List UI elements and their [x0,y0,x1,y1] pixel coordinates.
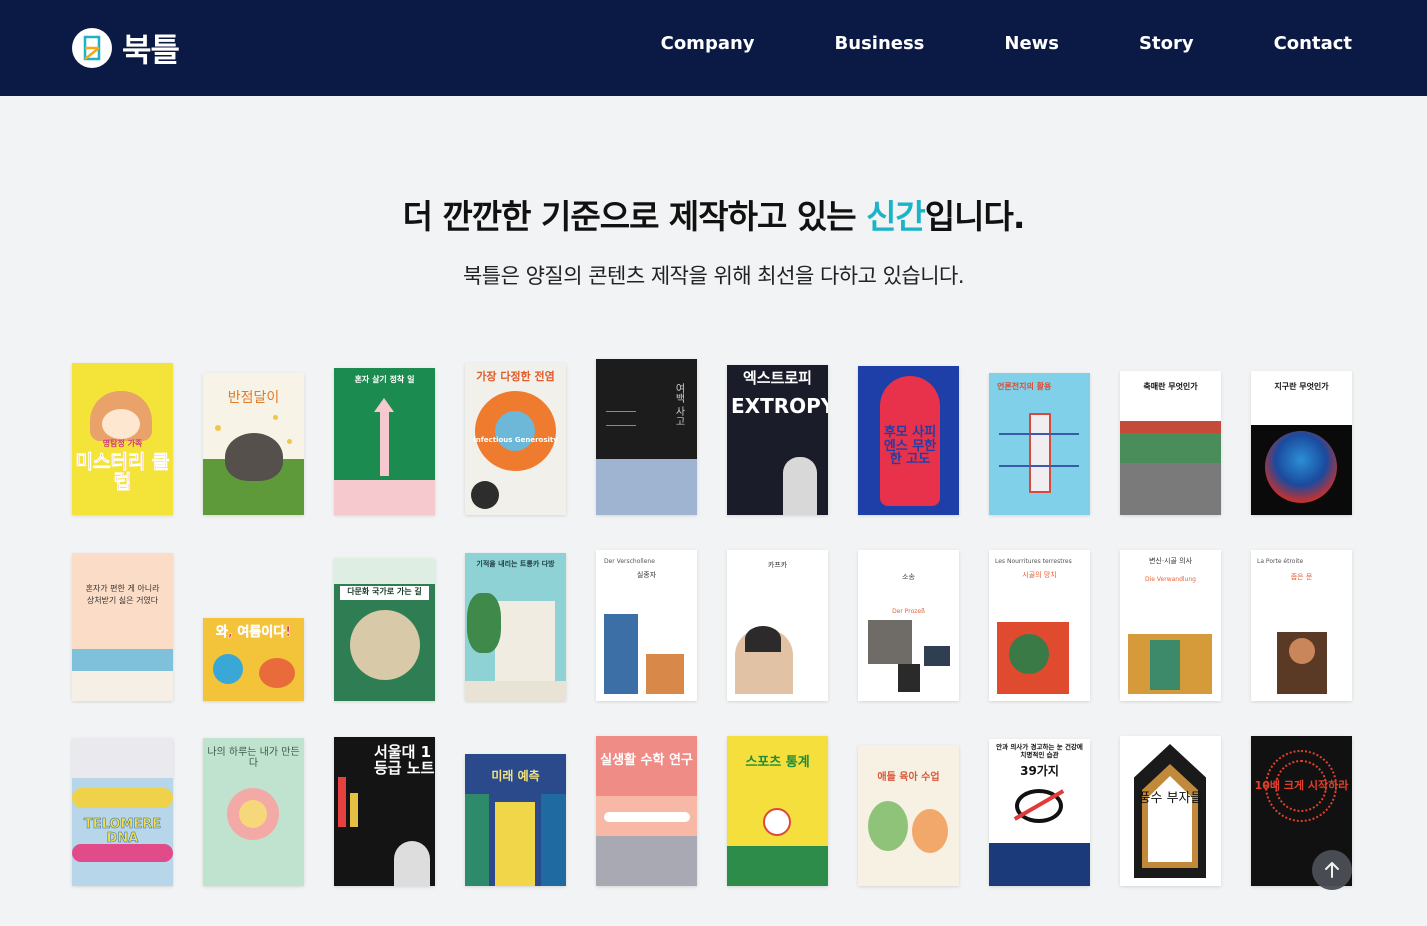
book-cover[interactable]: 안과 의사가 경고하는 눈 건강에 치명적인 습관 39가지 [989,739,1090,886]
hero-title-accent: 신간 [866,197,926,236]
hero-section: 더 깐깐한 기준으로 제작하고 있는 신간입니다. 북틀은 양질의 콘텐츠 제작… [0,190,1427,290]
book-title: 언론전지의 활용 [997,382,1052,391]
book-title: 미래 예측 [491,769,540,783]
logo[interactable]: 북틀 [72,25,180,71]
book-title: 소송 [902,573,915,581]
book-title: 다문화 국가로 가는 길 [347,587,422,596]
book-cover[interactable]: 풍수 부자들 [1120,736,1221,886]
logo-icon [72,28,112,68]
book-title: 기적을 내리는 트롱카 다방 [476,560,555,568]
book-cover[interactable]: 기적을 내리는 트롱카 다방 [465,553,566,701]
arrow-up-icon [1325,862,1339,878]
book-title: 혼자가 편한 게 아니라 상처받기 싫은 거였다 [85,584,160,605]
nav-company[interactable]: Company [661,33,755,54]
book-cover[interactable]: 언론전지의 활용 [989,373,1090,515]
book-title: 여백 사고 [673,383,684,427]
book-cover[interactable]: 서울대 1등급 노트 [334,737,435,886]
logo-text: 북틀 [122,31,180,69]
book-cover[interactable]: 축매란 무엇인가 [1120,371,1221,515]
book-title: 39가지 [1020,764,1059,778]
book-cover[interactable]: 혼자 살기 정착 일 [334,368,435,515]
book-title: 변신·시골 의사 [1148,557,1193,565]
book-title: 나의 하루는 내가 만든다 [207,747,300,769]
book-cover[interactable]: 가장 다정한 전염 Infectious Generosity [465,363,566,515]
book-cover[interactable]: Der Verschollene 실종자 [596,550,697,701]
book-subtitle: Der Prozeß [892,608,925,615]
book-cover[interactable]: TELOMERE DNA [72,738,173,886]
book-subtitle: EXTROPY [731,394,828,418]
book-subtitle: Infectious Generosity [473,436,558,444]
book-title: 엑스트로피 [742,369,812,387]
book-cover[interactable]: 와, 여름이다! [203,618,304,701]
book-title: 애들 육아 수업 [877,772,940,783]
book-cover[interactable]: 명탐정 가족 미스터리 클럽 [72,363,173,515]
book-title: 가장 다정한 전염 [476,370,555,383]
book-title: 서울대 1등급 노트 [374,743,435,777]
book-title: 10배 크게 시작하라 [1254,779,1349,792]
book-cover[interactable]: 나의 하루는 내가 만든다 [203,738,304,886]
nav-business[interactable]: Business [835,33,925,54]
book-title: 지구란 무엇인가 [1274,382,1329,391]
book-cover[interactable]: 소송 Der Prozeß [858,550,959,701]
book-subtitle: 명탐정 가족 [102,439,143,448]
book-title: 좁은 문 [1290,573,1313,581]
book-cover[interactable]: 변신·시골 의사 Die Verwandlung [1120,550,1221,701]
book-title: 풍수 부자들 [1138,791,1203,806]
book-subtitle: 안과 의사가 경고하는 눈 건강에 치명적인 습관 [996,743,1083,760]
book-cover[interactable]: La Porte étroite 좁은 문 [1251,550,1352,701]
book-title: 미스터리 클럽 [75,451,170,493]
book-cover[interactable]: 지구란 무엇인가 [1251,371,1352,515]
book-cover[interactable]: 여백 사고 [596,359,697,515]
book-cover[interactable]: 미래 예측 [465,754,566,886]
hero-title-part: 더 깐깐한 기준으로 제작하고 있는 [402,197,867,236]
book-cover[interactable]: 후모 사피엔스 무한한 고도 [858,366,959,515]
nav-news[interactable]: News [1004,33,1059,54]
book-subtitle: Les Nourritures terrestres [995,558,1072,565]
book-cover[interactable]: 혼자가 편한 게 아니라 상처받기 싫은 거였다 [72,553,173,701]
book-cover[interactable]: 반점달이 [203,373,304,515]
nav-contact[interactable]: Contact [1274,33,1352,54]
hero-subtitle: 북틀은 양질의 콘텐츠 제작을 위해 최선을 다하고 있습니다. [462,264,965,288]
book-subtitle: La Porte étroite [1257,558,1304,565]
book-title: 스포츠 통계 [745,755,810,770]
book-cover[interactable]: 카프카 [727,550,828,701]
book-title: TELOMERE DNA [83,817,162,846]
nav-story[interactable]: Story [1139,33,1194,54]
book-title: 반점달이 [227,390,280,406]
book-cover[interactable]: 스포츠 통계 [727,736,828,886]
book-cover[interactable]: 엑스트로피 EXTROPY [727,365,828,515]
book-subtitle: Die Verwandlung [1145,576,1196,583]
book-title: 후모 사피엔스 무한한 고도 [883,425,937,468]
book-cover[interactable]: 애들 육아 수업 [858,745,959,886]
book-title: 시골의 망치 [1022,571,1057,579]
hero-title: 더 깐깐한 기준으로 제작하고 있는 신간입니다. [0,190,1427,238]
hero-title-end: 입니다. [924,197,1026,236]
main-nav: Company Business News Story Contact [661,33,1352,54]
book-title: 혼자 살기 정착 일 [354,375,415,384]
site-header: 북틀 Company Business News Story Contact [0,0,1427,96]
book-title: 축매란 무엇인가 [1143,382,1198,391]
book-title: 실생활 수학 연구 [600,753,693,768]
book-cover[interactable]: Les Nourritures terrestres 시골의 망치 [989,550,1090,701]
book-title: 카프카 [767,561,788,569]
book-cover[interactable]: 다문화 국가로 가는 길 [334,558,435,701]
book-cover[interactable]: 실생활 수학 연구 [596,736,697,886]
scroll-top-button[interactable] [1312,850,1352,890]
book-title: 와, 여름이다! [215,625,292,640]
book-title: 실종자 [636,571,657,579]
book-subtitle: Der Verschollene [604,558,655,565]
